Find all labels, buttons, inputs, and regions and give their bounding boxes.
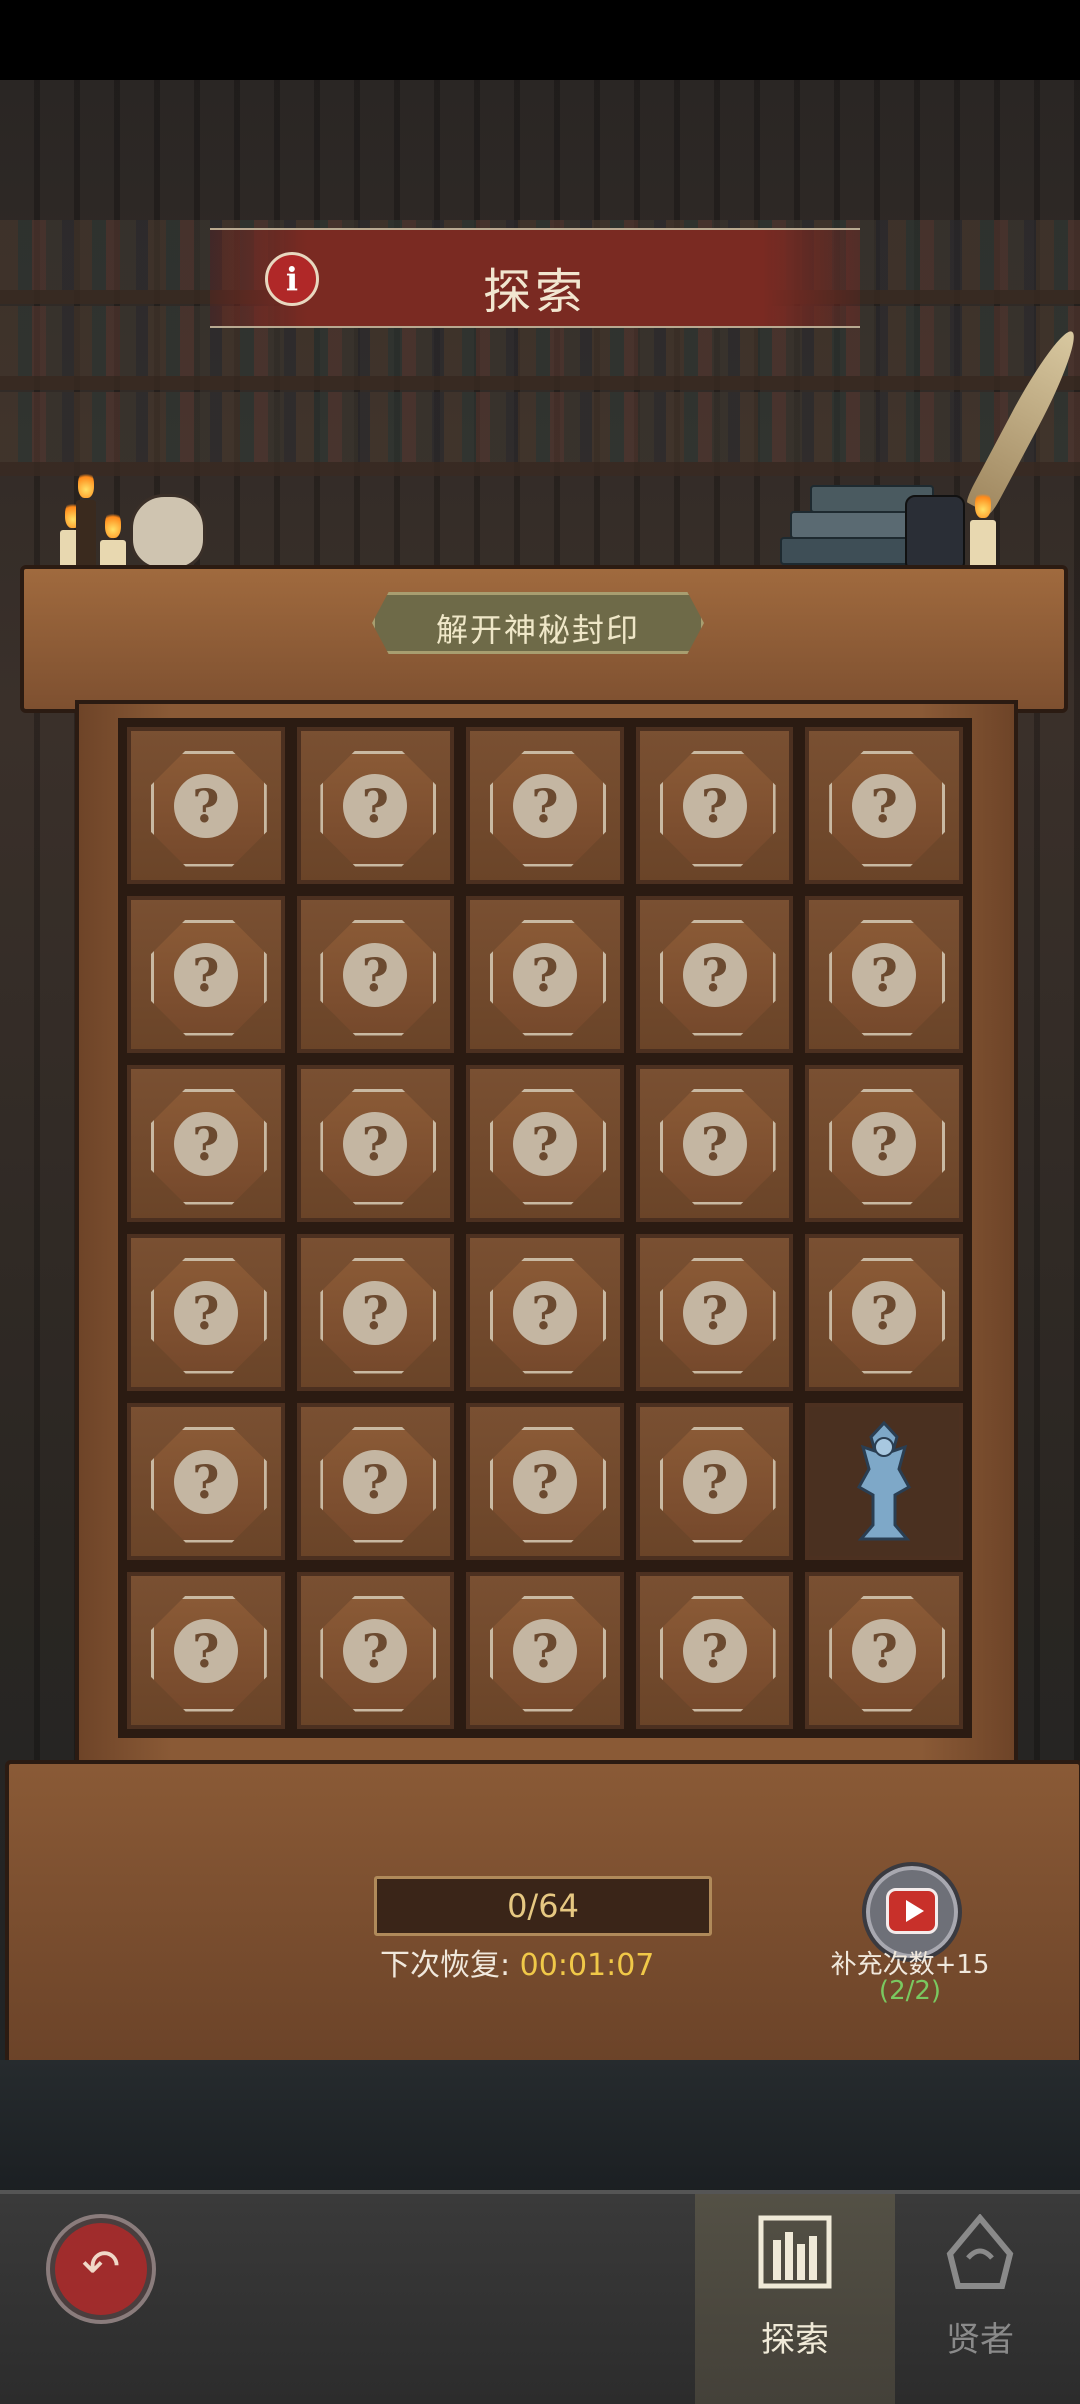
seal-tile[interactable]: ?: [293, 893, 458, 1056]
question-mark-icon: ?: [343, 1618, 408, 1683]
seal-tile[interactable]: ?: [124, 724, 288, 887]
question-mark-icon: ?: [852, 1618, 917, 1683]
bottom-nav: ↶ 探索 贤者: [0, 2190, 1080, 2404]
seal-tile[interactable]: ?: [802, 1569, 966, 1732]
tab-explore[interactable]: 探索: [725, 2214, 865, 2384]
question-mark-icon: ?: [852, 773, 917, 838]
seal-tile[interactable]: ?: [632, 1569, 797, 1732]
question-mark-icon: ?: [682, 773, 747, 838]
recover-time: 00:01:07: [519, 1948, 655, 1983]
seal-tile[interactable]: ?: [802, 893, 966, 1056]
seal-tile[interactable]: ?: [463, 1569, 627, 1732]
question-mark-icon: ?: [343, 1449, 408, 1514]
progress-counter: 0/64: [374, 1876, 712, 1936]
tab-sage[interactable]: 贤者: [910, 2213, 1050, 2384]
question-mark-icon: ?: [682, 1618, 747, 1683]
question-mark-icon: ?: [343, 1111, 408, 1176]
skull-icon: [130, 494, 206, 570]
recover-timer: 下次恢复: 00:01:07: [380, 1940, 720, 1983]
candles-decoration: [60, 420, 210, 570]
question-mark-icon: ?: [852, 942, 917, 1007]
question-mark-icon: ?: [512, 1618, 577, 1683]
seal-tile[interactable]: ?: [632, 1231, 797, 1394]
question-mark-icon: ?: [512, 1280, 577, 1345]
seal-tile-revealed[interactable]: [802, 1400, 966, 1563]
question-mark-icon: ?: [173, 773, 238, 838]
seal-tile[interactable]: ?: [124, 893, 288, 1056]
question-mark-icon: ?: [512, 942, 577, 1007]
seal-tile[interactable]: ?: [632, 724, 797, 887]
back-button[interactable]: ↶: [50, 2218, 152, 2320]
question-mark-icon: ?: [173, 1449, 238, 1514]
question-mark-icon: ?: [343, 942, 408, 1007]
seal-tile[interactable]: ?: [463, 1062, 627, 1225]
question-mark-icon: ?: [682, 942, 747, 1007]
recover-label: 下次恢复:: [380, 1948, 511, 1983]
seal-tile[interactable]: ?: [293, 1231, 458, 1394]
question-mark-icon: ?: [852, 1280, 917, 1345]
question-mark-icon: ?: [173, 1618, 238, 1683]
question-mark-icon: ?: [343, 773, 408, 838]
seal-tile[interactable]: ?: [632, 893, 797, 1056]
tab-sage-label: 贤者: [946, 2320, 1014, 2360]
seal-tile[interactable]: ?: [124, 1400, 288, 1563]
info-icon[interactable]: i: [265, 252, 319, 306]
seal-tile[interactable]: ?: [632, 1400, 797, 1563]
question-mark-icon: ?: [512, 1111, 577, 1176]
floor: [0, 2060, 1080, 2195]
seal-label: 解开神秘封印: [372, 592, 704, 654]
question-mark-icon: ?: [512, 773, 577, 838]
seal-tile[interactable]: ?: [463, 724, 627, 887]
seal-tile[interactable]: ?: [463, 1231, 627, 1394]
question-mark-icon: ?: [343, 1280, 408, 1345]
refill-count: (2/2): [878, 1976, 942, 2006]
question-mark-icon: ?: [682, 1449, 747, 1514]
question-mark-icon: ?: [173, 942, 238, 1007]
ink-bottle-icon: [905, 495, 965, 569]
sage-icon: [910, 2213, 1050, 2312]
seal-tile[interactable]: ?: [124, 1569, 288, 1732]
seal-label-text: 解开神秘封印: [435, 611, 640, 649]
seal-tile[interactable]: ?: [802, 1062, 966, 1225]
play-video-icon: [886, 1888, 938, 1934]
seal-tile[interactable]: ?: [802, 1231, 966, 1394]
statue-icon: [857, 1420, 912, 1540]
seal-tile[interactable]: ?: [802, 724, 966, 887]
seal-grid: ?????????????????????????????: [118, 718, 972, 1738]
question-mark-icon: ?: [512, 1449, 577, 1514]
seal-tile[interactable]: ?: [463, 893, 627, 1056]
seal-tile[interactable]: ?: [293, 1400, 458, 1563]
seal-tile[interactable]: ?: [463, 1400, 627, 1563]
question-mark-icon: ?: [852, 1111, 917, 1176]
back-arrow-icon: ↶: [81, 2239, 121, 2293]
question-mark-icon: ?: [682, 1111, 747, 1176]
seal-tile[interactable]: ?: [293, 1569, 458, 1732]
seal-tile[interactable]: ?: [632, 1062, 797, 1225]
question-mark-icon: ?: [173, 1280, 238, 1345]
question-mark-icon: ?: [682, 1280, 747, 1345]
bookshelf-icon: [725, 2214, 865, 2312]
question-mark-icon: ?: [173, 1111, 238, 1176]
seal-tile[interactable]: ?: [293, 724, 458, 887]
seal-tile[interactable]: ?: [293, 1062, 458, 1225]
seal-tile[interactable]: ?: [124, 1062, 288, 1225]
status-bar: [0, 0, 1080, 80]
seal-tile[interactable]: ?: [124, 1231, 288, 1394]
tab-explore-label: 探索: [761, 2320, 829, 2360]
